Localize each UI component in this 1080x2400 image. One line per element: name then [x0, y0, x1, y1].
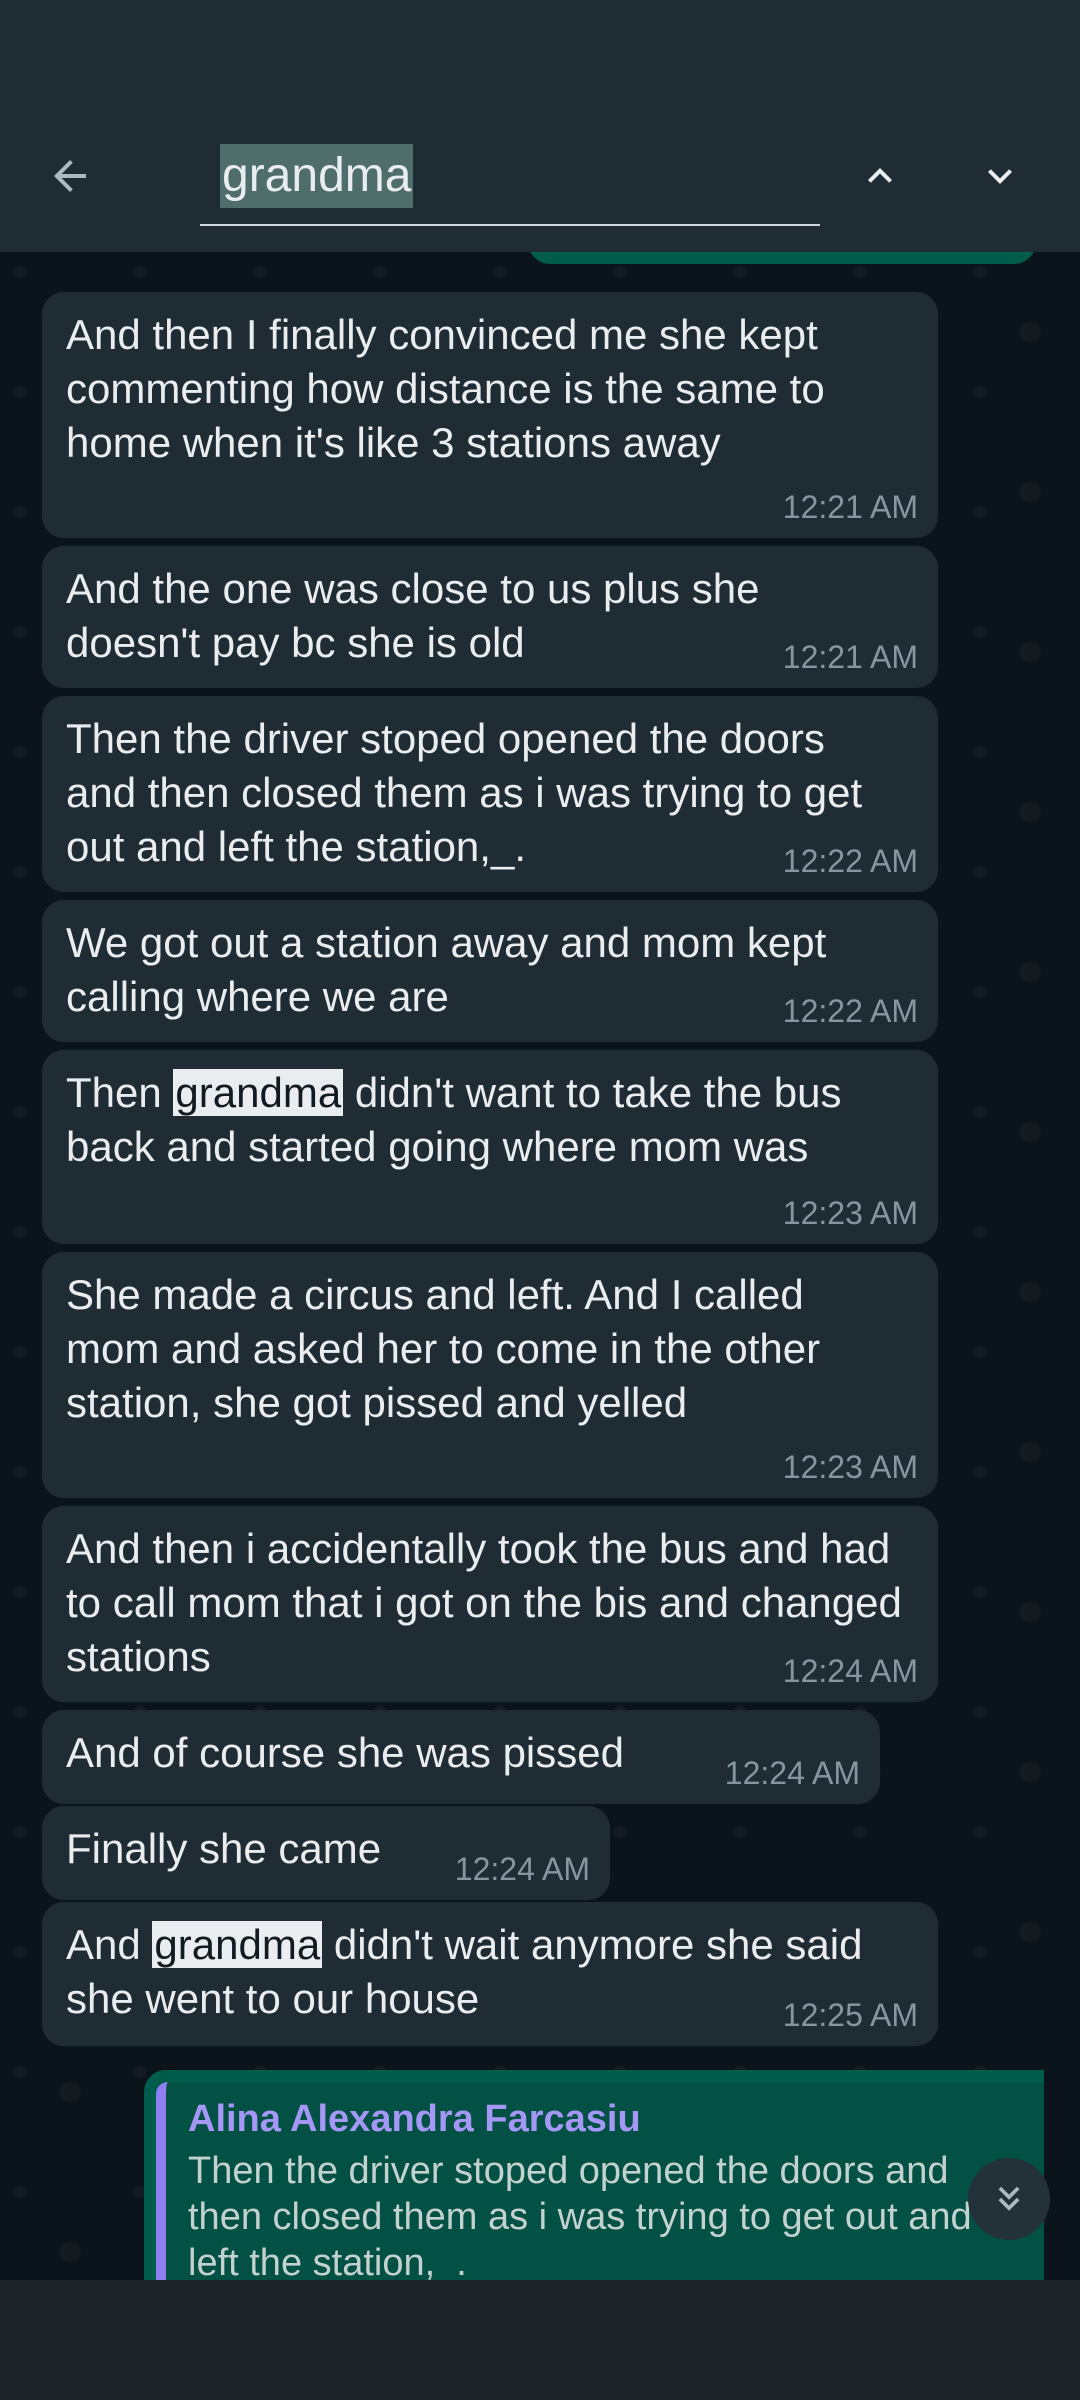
message-bubble[interactable]: Then the driver stoped opened the doors … [42, 696, 938, 892]
message-bubble[interactable]: And of course she was pissed 12:24 AM [42, 1710, 880, 1804]
message-time: 12:24 AM [724, 1755, 860, 1791]
outgoing-bubble-partial [528, 252, 1036, 264]
message-text: Then grandma didn't want to take the bus… [66, 1069, 854, 1170]
message-text: And then I finally convinced me she kept… [66, 311, 837, 466]
message-bubble[interactable]: Finally she came 12:24 AM [42, 1806, 610, 1900]
message-text: Then the driver stoped opened the doors … [66, 715, 874, 870]
message-bubble[interactable]: And the one was close to us plus she doe… [42, 546, 938, 688]
chevron-up-icon[interactable] [840, 136, 920, 216]
system-nav-bar [0, 2280, 1080, 2400]
quoted-message[interactable]: Alina Alexandra Farcasiu Then the driver… [156, 2082, 1044, 2280]
message-bubble[interactable]: And grandma didn't wait anymore she said… [42, 1902, 938, 2046]
message-text: And then i accidentally took the bus and… [66, 1525, 914, 1680]
message-time: 12:21 AM [782, 489, 918, 525]
message-time: 12:23 AM [782, 1195, 918, 1231]
message-time: 12:22 AM [782, 993, 918, 1029]
status-bar [0, 0, 1080, 100]
message-bubble[interactable]: She made a circus and left. And I called… [42, 1252, 938, 1498]
chat-area[interactable]: And then I finally convinced me she kept… [0, 252, 1080, 2280]
arrow-left-icon[interactable] [30, 136, 110, 216]
message-text: And the one was close to us plus she doe… [66, 565, 772, 666]
message-text: She made a circus and left. And I called… [66, 1271, 832, 1426]
message-time: 12:21 AM [782, 639, 918, 675]
outgoing-reply-bubble[interactable]: Alina Alexandra Farcasiu Then the driver… [144, 2070, 1044, 2280]
search-highlight: grandma [173, 1069, 344, 1116]
double-chevron-down-icon[interactable] [968, 2158, 1050, 2240]
message-text: And grandma didn't wait anymore she said… [66, 1921, 875, 2022]
chevron-down-icon[interactable] [960, 136, 1040, 216]
message-bubble[interactable]: And then I finally convinced me she kept… [42, 292, 938, 538]
search-query: grandma [220, 144, 414, 208]
message-bubble[interactable]: And then i accidentally took the bus and… [42, 1506, 938, 1702]
message-time: 12:24 AM [782, 1653, 918, 1689]
message-bubble[interactable]: We got out a station away and mom kept c… [42, 900, 938, 1042]
quoted-text: Then the driver stoped opened the doors … [188, 2150, 972, 2280]
quoted-author: Alina Alexandra Farcasiu [188, 2098, 641, 2140]
search-input[interactable]: grandma [200, 140, 820, 226]
search-bar: grandma [0, 100, 1080, 252]
message-time: 12:24 AM [454, 1851, 590, 1887]
message-time: 12:23 AM [782, 1449, 918, 1485]
message-bubble[interactable]: Then grandma didn't want to take the bus… [42, 1050, 938, 1244]
search-highlight: grandma [152, 1921, 323, 1968]
message-time: 12:22 AM [782, 843, 918, 879]
message-time: 12:25 AM [782, 1997, 918, 2033]
